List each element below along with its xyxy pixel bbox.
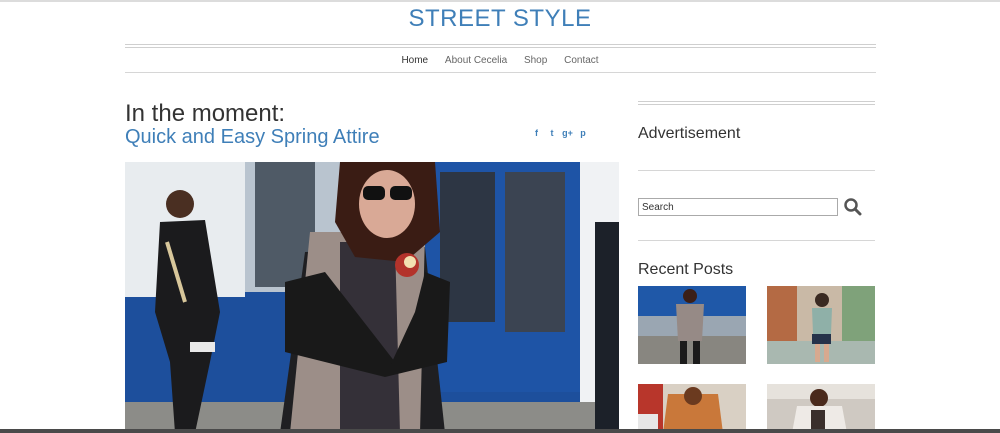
pinterest-icon[interactable]: p — [578, 128, 589, 138]
sidebar-divider — [638, 170, 875, 171]
recent-post-thumbnail[interactable] — [638, 384, 746, 433]
recent-post-thumbnail[interactable] — [767, 286, 875, 364]
post-subtitle[interactable]: Quick and Easy Spring Attire — [125, 125, 380, 149]
site-title[interactable]: STREET STYLE — [0, 5, 1000, 33]
facebook-icon[interactable]: f — [531, 128, 542, 138]
search-icon[interactable] — [843, 198, 863, 216]
advertisement-heading: Advertisement — [638, 125, 741, 142]
search-input[interactable] — [638, 198, 838, 216]
sidebar-divider — [638, 240, 875, 241]
recent-post-thumbnail[interactable] — [638, 286, 746, 364]
nav-item-shop[interactable]: Shop — [524, 54, 547, 68]
google-plus-icon[interactable]: g+ — [562, 128, 573, 138]
main-nav: Home About Cecelia Shop Contact — [0, 54, 1000, 68]
nav-item-home[interactable]: Home — [401, 54, 428, 68]
nav-item-contact[interactable]: Contact — [564, 54, 598, 68]
post-title[interactable]: In the moment: — [125, 100, 285, 128]
nav-divider — [125, 72, 876, 73]
sidebar-divider — [638, 101, 875, 102]
header-divider — [125, 47, 876, 48]
nav-item-about[interactable]: About Cecelia — [445, 54, 507, 68]
share-icons: f t g+ p — [531, 128, 591, 138]
top-border — [0, 0, 1000, 2]
twitter-icon[interactable]: t — [547, 128, 558, 138]
featured-image[interactable] — [125, 162, 619, 433]
header-divider — [125, 44, 876, 45]
bottom-bar — [0, 429, 1000, 433]
sidebar-divider — [638, 104, 875, 105]
recent-post-thumbnail[interactable] — [767, 384, 875, 433]
recent-posts-heading: Recent Posts — [638, 261, 734, 278]
